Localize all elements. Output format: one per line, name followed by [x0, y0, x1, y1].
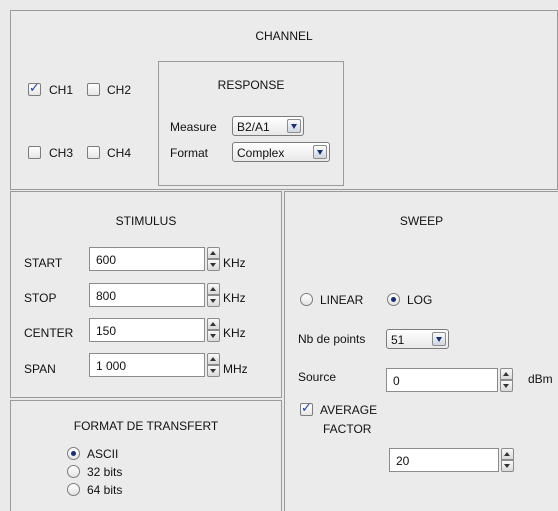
measure-label: Measure [170, 120, 217, 134]
span-input[interactable]: 1 000 [89, 353, 205, 377]
32bits-radio[interactable] [67, 465, 80, 478]
format-value: Complex [237, 146, 285, 160]
start-decrement-button[interactable] [207, 259, 220, 271]
format-label: Format [170, 146, 209, 160]
center-unit: KHz [223, 326, 246, 340]
stop-label: STOP [24, 291, 57, 305]
log-label[interactable]: LOG [407, 293, 432, 307]
center-increment-button[interactable] [207, 318, 220, 330]
channel-panel: CHANNEL CH1 CH2 CH3 CH4 RESPONSE Measure… [10, 10, 558, 190]
transfert-title: FORMAT DE TRANSFERT [73, 419, 219, 433]
span-increment-button[interactable] [207, 353, 220, 365]
ascii-radio[interactable] [67, 447, 80, 460]
64bits-radio[interactable] [67, 483, 80, 496]
average-label[interactable]: AVERAGE [320, 403, 377, 417]
response-panel: RESPONSE Measure B2/A1 Format Complex [158, 61, 344, 186]
ch3-label[interactable]: CH3 [49, 146, 73, 160]
center-input[interactable]: 150 [89, 318, 205, 342]
sweep-panel: SWEEP LINEAR LOG Nb de points 51 Source … [284, 191, 558, 511]
chevron-down-icon [287, 119, 301, 133]
linear-radio[interactable] [300, 293, 313, 306]
response-title: RESPONSE [217, 78, 285, 92]
format-select[interactable]: Complex [232, 142, 330, 162]
span-decrement-button[interactable] [207, 365, 220, 377]
stop-decrement-button[interactable] [207, 295, 220, 307]
source-increment-button[interactable] [500, 368, 513, 380]
transfert-panel: FORMAT DE TRANSFERT ASCII 32 bits 64 bit… [10, 400, 282, 511]
span-label: SPAN [24, 362, 56, 376]
nb-points-value: 51 [391, 333, 405, 347]
stimulus-title: STIMULUS [115, 214, 177, 228]
average-checkbox[interactable] [300, 401, 313, 416]
64bits-label[interactable]: 64 bits [87, 483, 122, 497]
ch2-checkbox[interactable] [87, 83, 100, 96]
chevron-down-icon [313, 145, 327, 159]
center-label: CENTER [24, 326, 74, 340]
source-label: Source [298, 370, 337, 384]
measure-select[interactable]: B2/A1 [232, 116, 304, 136]
sweep-title: SWEEP [399, 214, 444, 228]
stop-unit: KHz [223, 291, 246, 305]
start-label: START [24, 256, 63, 270]
ch3-checkbox[interactable] [28, 146, 41, 159]
nb-points-select[interactable]: 51 [386, 329, 449, 349]
average-decrement-button[interactable] [501, 460, 514, 472]
ch2-label[interactable]: CH2 [107, 83, 131, 97]
factor-label: FACTOR [323, 422, 372, 436]
center-decrement-button[interactable] [207, 330, 220, 342]
source-unit: dBm [528, 372, 553, 386]
average-input[interactable]: 20 [389, 448, 499, 472]
ch4-label[interactable]: CH4 [107, 146, 131, 160]
nb-points-label: Nb de points [298, 332, 366, 346]
start-unit: KHz [223, 256, 246, 270]
stop-input[interactable]: 800 [89, 283, 205, 307]
linear-label[interactable]: LINEAR [320, 293, 363, 307]
stimulus-panel: STIMULUS START 600 KHz STOP 800 KHz CENT… [10, 191, 282, 398]
chevron-down-icon [432, 332, 446, 346]
ascii-label[interactable]: ASCII [87, 447, 118, 461]
start-input[interactable]: 600 [89, 247, 205, 271]
ch1-label[interactable]: CH1 [49, 83, 73, 97]
32bits-label[interactable]: 32 bits [87, 465, 122, 479]
stop-increment-button[interactable] [207, 283, 220, 295]
span-unit: MHz [223, 362, 248, 376]
start-increment-button[interactable] [207, 247, 220, 259]
ch1-checkbox[interactable] [28, 81, 41, 96]
average-increment-button[interactable] [501, 448, 514, 460]
log-radio[interactable] [387, 293, 400, 306]
ch4-checkbox[interactable] [87, 146, 100, 159]
channel-title: CHANNEL [255, 29, 313, 43]
source-input[interactable]: 0 [386, 368, 498, 392]
source-decrement-button[interactable] [500, 380, 513, 392]
measure-value: B2/A1 [237, 120, 270, 134]
